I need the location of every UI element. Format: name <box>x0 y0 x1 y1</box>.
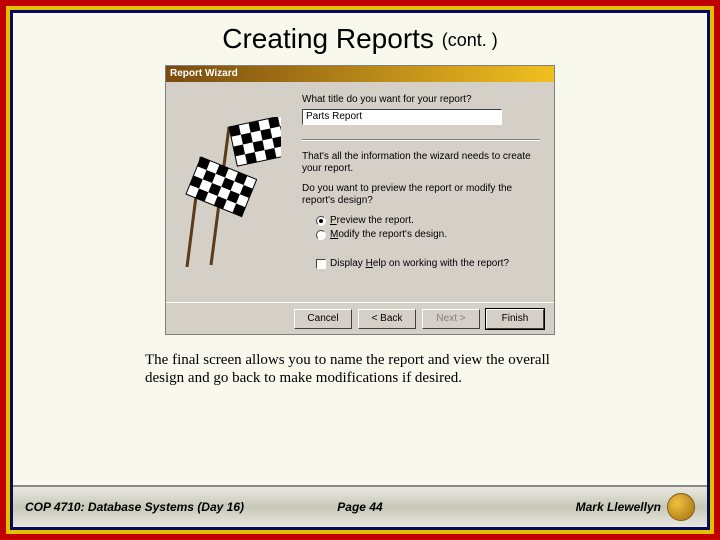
footer-page: Page 44 <box>248 500 471 514</box>
wizard-content-pane: What title do you want for your report? … <box>296 82 554 302</box>
slide-title-main: Creating Reports <box>222 23 434 54</box>
next-button[interactable]: Next > <box>422 309 480 329</box>
slide-body: Creating Reports (cont. ) Report Wizard <box>10 10 710 530</box>
radio-modify-label: Modify the report's design. <box>330 229 447 240</box>
radio-icon <box>316 216 326 226</box>
checkbox-display-help[interactable]: Display Help on working with the report? <box>316 258 540 269</box>
wizard-divider <box>302 139 540 141</box>
report-wizard-dialog: Report Wizard <box>165 65 555 335</box>
finish-button[interactable]: Finish <box>486 309 544 329</box>
slide-title-suffix: (cont. ) <box>442 30 498 50</box>
checkbox-help-label: Display Help on working with the report? <box>330 258 509 269</box>
wizard-title-question: What title do you want for your report? <box>302 94 540 105</box>
wizard-body: What title do you want for your report? … <box>166 82 554 302</box>
wizard-button-row: Cancel < Back Next > Finish <box>166 302 554 334</box>
report-title-input[interactable]: Parts Report <box>302 109 502 125</box>
slide-outer-yellow: Creating Reports (cont. ) Report Wizard <box>6 6 714 534</box>
checkered-flag-icon <box>181 117 281 267</box>
slide-outer-red: Creating Reports (cont. ) Report Wizard <box>0 0 720 540</box>
wizard-info-text: That's all the information the wizard ne… <box>302 151 540 175</box>
radio-preview-report[interactable]: Preview the report. <box>316 215 540 226</box>
slide-footer: COP 4710: Database Systems (Day 16) Page… <box>13 485 707 527</box>
footer-author: Mark Llewellyn <box>576 500 661 514</box>
radio-modify-design[interactable]: Modify the report's design. <box>316 229 540 240</box>
ucf-logo-icon <box>667 493 695 521</box>
slide-caption: The final screen allows you to name the … <box>145 351 575 387</box>
checkbox-icon <box>316 259 326 269</box>
radio-icon <box>316 230 326 240</box>
wizard-preview-question: Do you want to preview the report or mod… <box>302 183 540 207</box>
radio-preview-label: Preview the report. <box>330 215 414 226</box>
back-button[interactable]: < Back <box>358 309 416 329</box>
cancel-button[interactable]: Cancel <box>294 309 352 329</box>
wizard-graphic-pane <box>166 82 296 302</box>
wizard-titlebar: Report Wizard <box>166 66 554 82</box>
footer-course: COP 4710: Database Systems (Day 16) <box>25 500 248 514</box>
slide-title: Creating Reports (cont. ) <box>13 13 707 61</box>
